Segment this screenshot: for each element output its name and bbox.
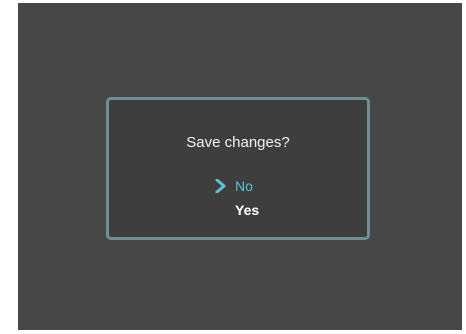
option-yes[interactable]: Yes (235, 202, 259, 219)
dialog-prompt: Save changes? (186, 134, 290, 151)
save-changes-dialog: Save changes? No Yes (106, 97, 370, 240)
option-no[interactable]: No (235, 178, 253, 195)
chevron-right-icon (215, 179, 226, 193)
screen: Save changes? No Yes (18, 3, 462, 330)
